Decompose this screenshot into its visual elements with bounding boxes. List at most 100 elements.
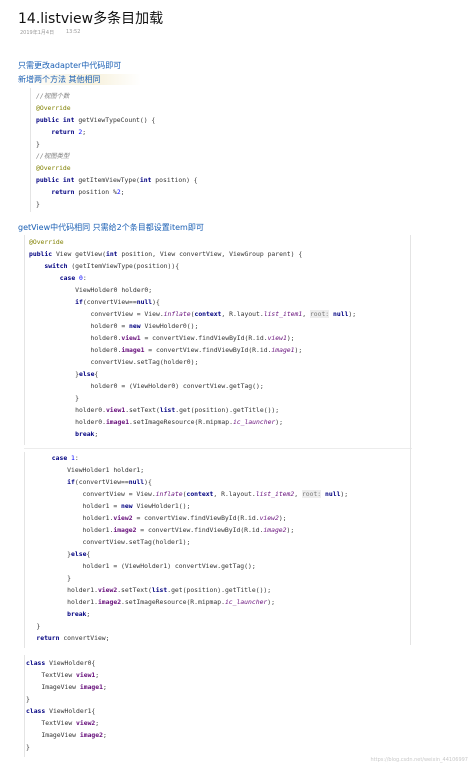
code-token: public: [29, 250, 53, 258]
code-token: view2: [259, 514, 279, 522]
code-token: );: [286, 526, 295, 534]
code-gutter-right: [410, 235, 411, 645]
code-token: .setImageResource(R.mipmap.: [121, 598, 225, 606]
code-line: if(convertView==null){: [29, 296, 356, 308]
code-token: new: [129, 322, 141, 330]
code-token: ;: [95, 719, 100, 727]
code-token: holder0.: [29, 418, 106, 426]
code-line: public int getViewTypeCount() {: [36, 114, 198, 126]
code-token: ;: [102, 731, 107, 739]
code-token: .setImageResource(R.mipmap.: [129, 418, 233, 426]
code-token: int: [139, 176, 152, 184]
code-token: return: [51, 128, 75, 136]
code-token: }: [29, 370, 80, 378]
code-token: }: [21, 574, 72, 582]
code-token: image1: [105, 418, 130, 426]
code-token: public int: [36, 176, 75, 184]
code-token: return: [36, 634, 60, 642]
code-token: holder1.: [21, 598, 98, 606]
code-token: ;: [95, 671, 100, 679]
code-line: public int getItemViewType(int position)…: [36, 174, 198, 186]
code-line: }else{: [29, 368, 356, 380]
code-token: if: [75, 298, 83, 306]
code-token: ;: [94, 430, 99, 438]
code-token: TextView: [26, 719, 77, 727]
code-token: = convertView.findViewById(R.id.: [132, 514, 260, 522]
code-token: null: [325, 490, 341, 498]
code-token: }: [21, 622, 41, 630]
article-title: 14.listview多条目加载: [18, 11, 164, 27]
code-token: case: [59, 274, 76, 282]
code-token: inflate: [163, 310, 191, 318]
code-token: ic_launcher: [224, 598, 268, 606]
code-gutter-1: [30, 88, 31, 212]
code-line: holder1 = (ViewHolder1) convertView.getT…: [21, 560, 348, 572]
code-token: null: [128, 478, 145, 486]
code-line: holder0.image1 = convertView.findViewByI…: [29, 344, 356, 356]
code-line: //视图个数: [36, 90, 198, 102]
code-token: null: [333, 310, 349, 318]
code-line: holder1.image2 = convertView.findViewByI…: [21, 524, 348, 536]
code-token: list: [159, 406, 176, 414]
code-line: holder1.view2 = convertView.findViewById…: [21, 512, 348, 524]
code-line: return position %2;: [36, 186, 198, 198]
code-line: //视图类型: [36, 150, 198, 162]
code-token: break: [75, 430, 95, 438]
code-token: new: [121, 502, 133, 510]
code-token: );: [267, 598, 275, 606]
code-token: convertView;: [59, 634, 110, 642]
code-token: inflate: [155, 490, 183, 498]
code-line: ViewHolder1 holder1;: [21, 464, 348, 476]
code-token: .setText(: [125, 406, 160, 414]
code-block-viewholders: class ViewHolder0{ TextView view1; Image…: [26, 657, 107, 753]
code-token: ;: [82, 128, 87, 136]
code-line: holder1 = new ViewHolder1();: [21, 500, 348, 512]
code-token: , R.layout.: [221, 310, 264, 318]
code-token: .get(position).getTitle());: [175, 406, 280, 414]
code-token: list: [151, 586, 168, 594]
code-line: }: [21, 620, 348, 632]
code-line: @Override: [29, 236, 356, 248]
code-token: view2: [76, 719, 96, 727]
code-token: if: [67, 478, 75, 486]
code-token: image2: [263, 526, 287, 534]
code-line: }: [29, 392, 356, 404]
code-token: root:: [301, 490, 322, 498]
code-token: :: [82, 274, 87, 282]
code-block-getview-case0: @Override public View getView(int positio…: [29, 236, 356, 440]
code-token: ic_launcher: [232, 418, 276, 426]
code-line: convertView.setTag(holder1);: [21, 536, 348, 548]
code-token: image2: [97, 598, 122, 606]
code-token: :: [74, 454, 79, 462]
code-token: image1: [79, 683, 103, 691]
code-token: = convertView.findViewById(R.id.: [144, 346, 272, 354]
code-line: ImageView image2;: [26, 729, 107, 741]
code-token: ){: [152, 298, 160, 306]
code-token: image2: [113, 526, 137, 534]
code-token: break: [67, 610, 87, 618]
code-token: .get(position).getTitle());: [167, 586, 272, 594]
code-line: switch (getItemViewType(position)){: [29, 260, 356, 272]
code-line: }: [21, 572, 348, 584]
code-token: position %: [74, 188, 117, 196]
code-token: else: [71, 550, 87, 558]
code-token: holder0.: [29, 346, 122, 354]
code-token: int: [105, 250, 118, 258]
code-token: );: [275, 418, 283, 426]
code-token: = convertView.findViewById(R.id.: [140, 334, 268, 342]
code-token: , R.layout.: [213, 490, 256, 498]
code-token: ViewHolder1{: [45, 707, 96, 715]
article-time: 13:52: [66, 29, 81, 35]
code-line: @Override: [36, 102, 198, 114]
code-token: holder0.: [29, 334, 122, 342]
code-token: }: [36, 200, 40, 208]
code-token: (convertView==: [74, 478, 129, 486]
code-token: position) {: [151, 176, 198, 184]
code-token: );: [348, 310, 357, 318]
code-line: convertView = View.inflate(context, R.la…: [21, 488, 348, 500]
